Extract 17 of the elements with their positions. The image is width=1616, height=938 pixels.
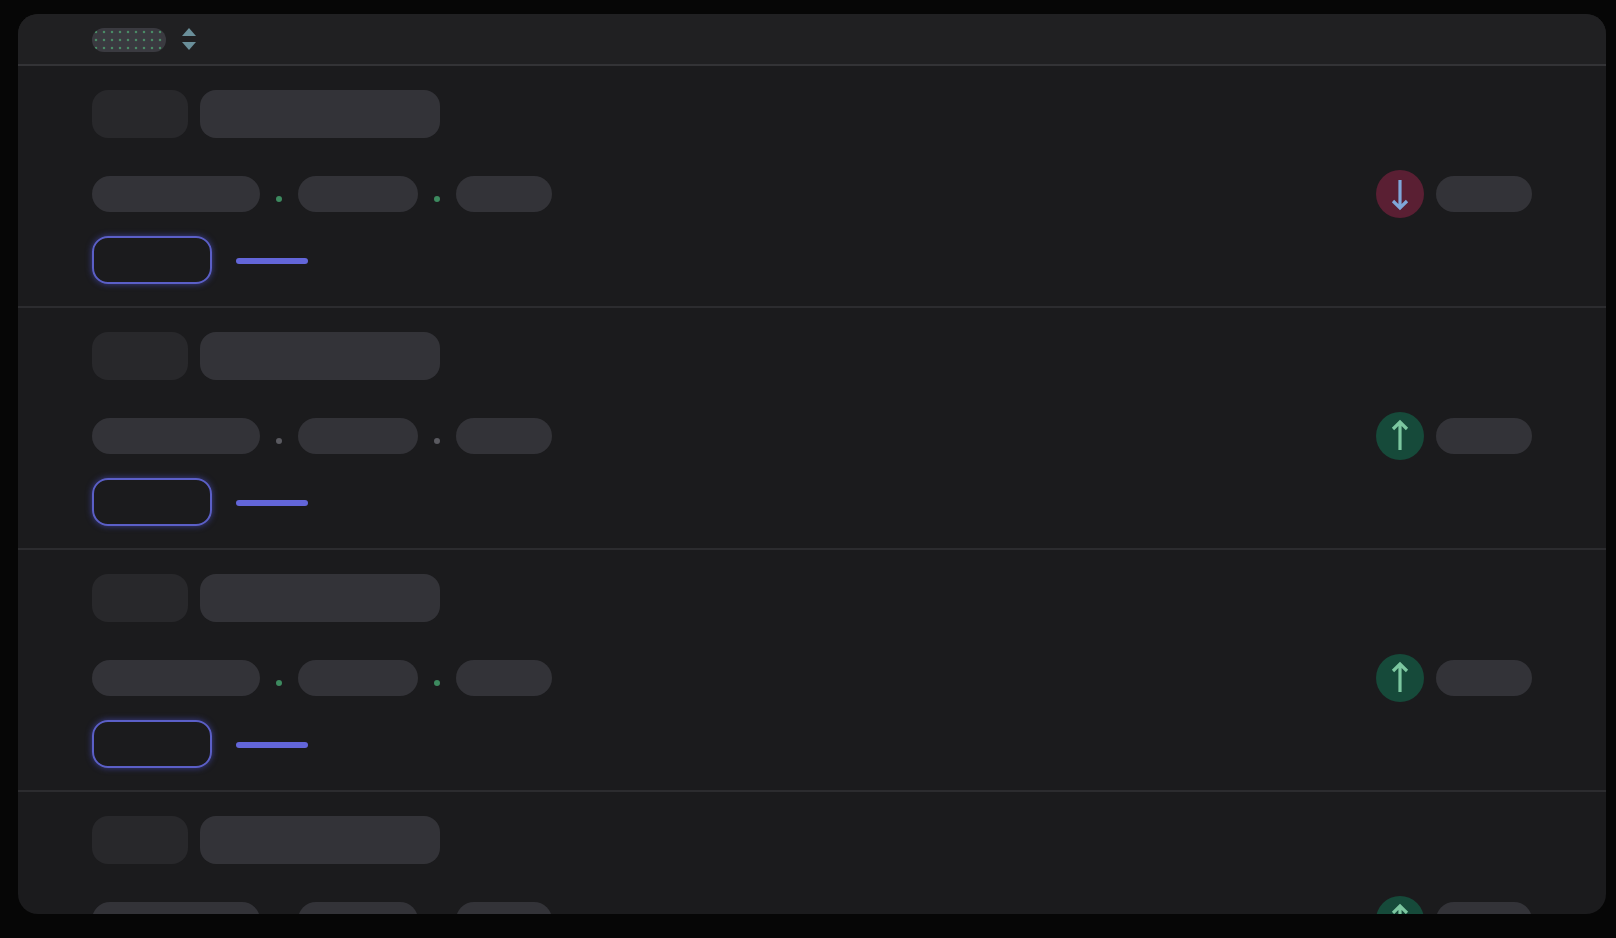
skeleton-bar: [298, 176, 418, 212]
sort-icon[interactable]: [182, 28, 196, 50]
skeleton-button[interactable]: [92, 478, 212, 526]
skeleton-bar: [1436, 660, 1532, 696]
skeleton-bar: [456, 176, 552, 212]
skeleton-link[interactable]: [236, 257, 308, 263]
skeleton-bar: [456, 418, 552, 454]
skeleton-bar: [1436, 418, 1532, 454]
header-skeleton-bar: [92, 27, 166, 51]
skeleton-bar: [456, 660, 552, 696]
skeleton-link[interactable]: [236, 741, 308, 747]
skeleton-button[interactable]: [92, 720, 212, 768]
skeleton-bar: [1436, 176, 1532, 212]
skeleton-link[interactable]: [236, 499, 308, 505]
skeleton-button[interactable]: [92, 236, 212, 284]
skeleton-bar: [298, 418, 418, 454]
skeleton-bar: [298, 660, 418, 696]
